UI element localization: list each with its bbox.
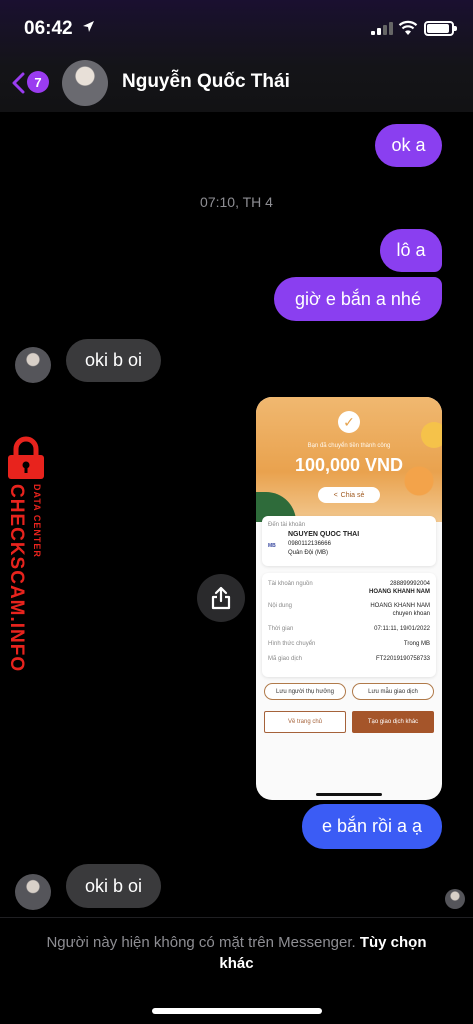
unavailable-notice: Người này hiện không có mặt trên Messeng… [40,932,433,974]
receipt-home-indicator [316,793,382,796]
recipient-card: Đến tài khoản MB NGUYEN QUOC THAI 098011… [262,516,436,566]
detail-value: FT22019190758733 [375,656,430,662]
read-receipt-avatar [445,889,465,909]
detail-value: HOANG KHANH NAM [370,603,430,609]
message-incoming[interactable]: oki b oi [66,339,161,382]
divider [0,917,473,918]
status-time: 06:42 [24,18,73,39]
receipt-banner: ✓ Bạn đã chuyển tiền thành công 100,000 … [256,397,442,522]
messenger-screen: 06:42 7 Nguyễn Quốc Thái ok a 07:10, TH … [0,0,473,1024]
transfer-receipt-image[interactable]: ✓ Bạn đã chuyển tiền thành công 100,000 … [256,397,442,800]
location-arrow-icon [83,21,94,32]
detail-label: Mã giao dịch [268,656,303,662]
receipt-share-label: Chia sẻ [340,491,365,499]
check-icon: ✓ [338,411,360,433]
time-separator: 07:10, TH 4 [200,194,273,210]
detail-value: Trong MB [403,641,430,647]
share-image-button[interactable] [197,574,245,622]
transaction-details-card: Tài khoản nguồn 288899992004 HOANG KHANH… [262,573,436,677]
sender-avatar[interactable] [15,347,51,383]
detail-value: chuyen khoan [392,611,430,617]
detail-value: HOANG KHANH NAM [369,589,430,595]
message-outgoing[interactable]: giờ e bắn a nhé [274,277,442,321]
detail-label: Hình thức chuyển [268,641,316,647]
detail-label: Tài khoản nguồn [268,581,313,587]
sender-avatar[interactable] [15,874,51,910]
recipient-bank: Quân Đội (MB) [288,550,329,556]
watermark-small-text: DATA CENTER [32,484,42,558]
chevron-left-icon [12,72,25,94]
detail-value: 288899992004 [389,581,430,587]
detail-label: Thời gian [268,626,294,632]
bank-logo: MB [268,543,276,549]
back-button[interactable]: 7 [10,66,50,100]
watermark-main-text: CHECKSCAM.INFO [6,484,27,673]
save-template-pill: Lưu mẫu giao dịch [352,683,434,700]
home-indicator[interactable] [152,1008,322,1014]
recipient-name: NGUYEN QUOC THAI [288,531,360,538]
contact-avatar[interactable] [62,60,108,106]
receipt-share-button: < Chia sẻ [318,487,380,503]
lock-icon [8,436,44,479]
contact-name[interactable]: Nguyễn Quốc Thái [122,71,290,93]
to-account-label: Đến tài khoản [268,522,306,528]
checkscam-watermark: CHECKSCAM.INFO DATA CENTER [0,436,60,673]
share-icon: < [333,491,338,499]
message-outgoing[interactable]: e bắn rồi a ạ [302,804,442,849]
detail-label: Nội dung [268,603,293,609]
unread-count-badge: 7 [27,71,49,93]
battery-icon [424,21,457,36]
save-beneficiary-pill: Lưu người thụ hưởng [264,683,346,700]
receipt-amount: 100,000 VND [294,455,404,475]
message-outgoing[interactable]: ok a [375,124,442,167]
detail-value: 07:11:11, 19/01/2022 [374,626,430,632]
new-transaction-button: Tạo giao dịch khác [352,711,434,733]
message-incoming[interactable]: oki b oi [66,864,161,908]
signal-icon [371,22,393,35]
message-outgoing[interactable]: lô a [380,229,442,272]
unavailable-text: Người này hiện không có mặt trên Messeng… [46,934,360,951]
share-icon [211,586,231,610]
wifi-icon [398,20,418,35]
receipt-subtitle: Bạn đã chuyển tiền thành công [307,443,391,449]
home-button: Về trang chủ [264,711,346,733]
recipient-account: 0980112136666 [288,541,331,547]
top-bar: 06:42 7 Nguyễn Quốc Thái [0,0,473,112]
